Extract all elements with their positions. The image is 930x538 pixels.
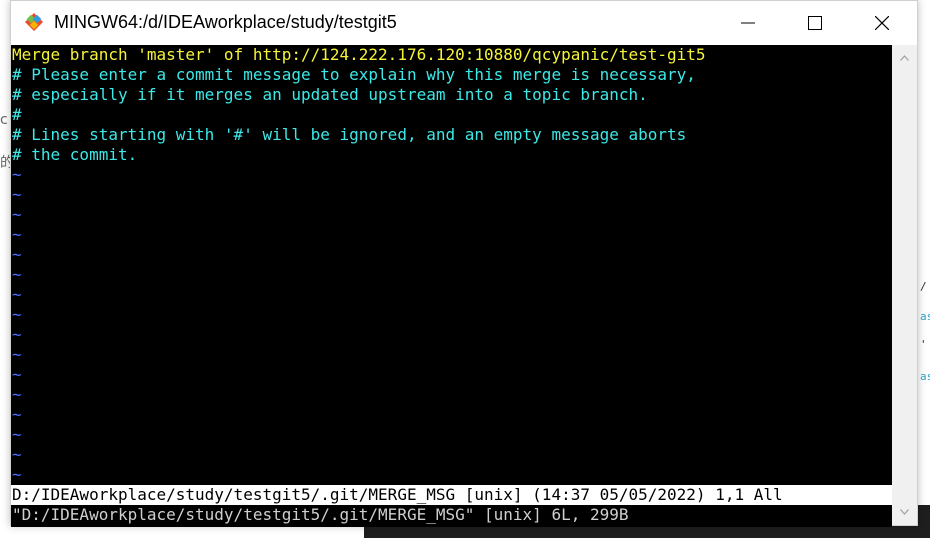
maximize-button[interactable] — [792, 1, 838, 45]
maximize-icon — [808, 16, 822, 30]
empty-line-tilde: ~ — [12, 465, 22, 484]
empty-line-tilde: ~ — [12, 385, 22, 404]
empty-line-tilde: ~ — [12, 305, 22, 324]
vim-message-line: "D:/IDEAworkplace/study/testgit5/.git/ME… — [12, 505, 629, 524]
empty-line-tilde: ~ — [12, 345, 22, 364]
background-right-edge: / as ' as — [918, 260, 930, 410]
scroll-down-button[interactable] — [892, 503, 917, 521]
close-icon — [875, 16, 889, 30]
status-line-text: D:/IDEAworkplace/study/testgit5/.git/MER… — [12, 485, 783, 504]
empty-line-tilde: ~ — [12, 245, 22, 264]
comment-line: # — [12, 105, 22, 124]
empty-line-tilde: ~ — [12, 165, 22, 184]
empty-line-tilde: ~ — [12, 325, 22, 344]
empty-line-tilde: ~ — [12, 445, 22, 464]
minimize-button[interactable] — [725, 1, 771, 45]
title-bar[interactable]: MINGW64:/d/IDEAworkplace/study/testgit5 — [11, 1, 917, 45]
window-title: MINGW64:/d/IDEAworkplace/study/testgit5 — [54, 12, 397, 32]
vim-status-line: D:/IDEAworkplace/study/testgit5/.git/MER… — [11, 485, 892, 505]
comment-line: # the commit. — [12, 145, 138, 164]
git-bash-icon — [25, 13, 43, 31]
scroll-up-button[interactable] — [892, 49, 917, 67]
vertical-scrollbar[interactable] — [892, 45, 917, 525]
chevron-down-icon — [900, 509, 909, 515]
background-fragment: c — [0, 112, 8, 128]
minimize-icon — [741, 22, 755, 24]
empty-line-tilde: ~ — [12, 285, 22, 304]
empty-line-tilde: ~ — [12, 365, 22, 384]
chevron-up-icon — [900, 55, 909, 61]
comment-line: # especially if it merges an updated ups… — [12, 85, 648, 104]
comment-line: # Please enter a commit message to expla… — [12, 65, 696, 84]
close-button[interactable] — [859, 1, 905, 45]
commit-message-line[interactable]: Merge branch 'master' of http://124.222.… — [12, 45, 706, 65]
empty-line-tilde: ~ — [12, 425, 22, 444]
comment-line: # Lines starting with '#' will be ignore… — [12, 125, 687, 144]
empty-line-tilde: ~ — [12, 405, 22, 424]
vim-editor[interactable]: Merge branch 'master' of http://124.222.… — [11, 45, 892, 527]
empty-line-tilde: ~ — [12, 225, 22, 244]
empty-line-tilde: ~ — [12, 185, 22, 204]
terminal-window[interactable]: MINGW64:/d/IDEAworkplace/study/testgit5 … — [10, 0, 918, 527]
empty-line-tilde: ~ — [12, 265, 22, 284]
empty-line-tilde: ~ — [12, 205, 22, 224]
